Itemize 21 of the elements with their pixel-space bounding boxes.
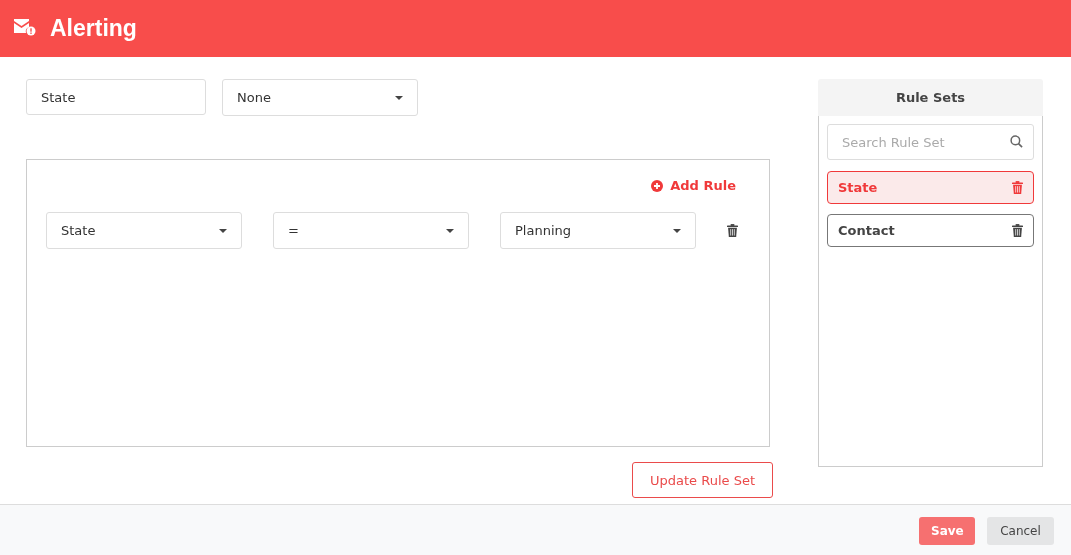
caret-icon bbox=[446, 228, 454, 233]
dropdown[interactable]: Planning bbox=[500, 212, 696, 249]
dropdown[interactable]: State bbox=[46, 212, 242, 249]
add-rule-button[interactable]: Add Rule bbox=[651, 178, 736, 193]
mail-alert-icon bbox=[14, 17, 36, 36]
dropdown[interactable]: None bbox=[222, 79, 418, 116]
update-rule-set-button[interactable]: Update Rule Set bbox=[632, 462, 773, 498]
search-field[interactable]: Search Rule Set bbox=[827, 124, 1034, 160]
caret-icon bbox=[395, 95, 403, 100]
caret-icon bbox=[219, 228, 227, 233]
caret-icon bbox=[673, 228, 681, 233]
panel-header: Rule Sets bbox=[818, 79, 1043, 116]
search-icon bbox=[1010, 135, 1023, 148]
plus-circle-icon bbox=[651, 179, 664, 192]
delete-icon[interactable] bbox=[727, 224, 738, 237]
cancel-button[interactable]: Cancel bbox=[987, 517, 1054, 545]
dropdown[interactable]: = bbox=[273, 212, 469, 249]
name-field[interactable]: State bbox=[26, 79, 206, 115]
delete-icon[interactable] bbox=[1012, 224, 1023, 237]
page-title: Alerting bbox=[50, 15, 137, 42]
rule-set-item[interactable]: Contact bbox=[827, 214, 1034, 247]
